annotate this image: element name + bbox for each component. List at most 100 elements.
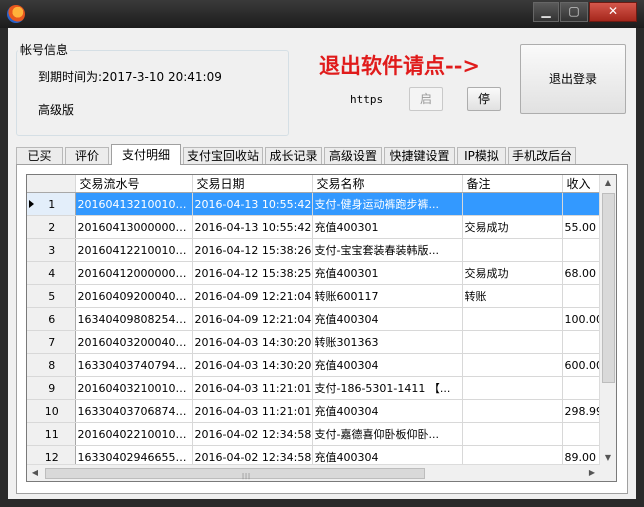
row-number[interactable]: 9 xyxy=(27,376,76,400)
scroll-corner xyxy=(600,465,616,481)
grid-body: 1 2016041321001001... 2016-04-13 10:55:42 支… xyxy=(27,192,610,469)
table-row[interactable]: 10 163304037068740*... 2016-04-03 11:21:01… xyxy=(27,399,610,423)
cell-serial[interactable]: 2016040920004001... xyxy=(75,284,193,308)
cell-date[interactable]: 2016-04-02 12:34:58 xyxy=(192,422,313,446)
horizontal-scrollbar[interactable]: ◀ ||| ▶ xyxy=(27,464,600,481)
cell-name[interactable]: 充值400301 xyxy=(312,215,463,239)
cell-serial[interactable]: 2016041300000000... xyxy=(75,215,193,239)
cell-note[interactable] xyxy=(462,422,563,446)
row-number[interactable]: 1 xyxy=(27,192,76,216)
row-number[interactable]: 5 xyxy=(27,284,76,308)
cell-name[interactable]: 支付-嘉德喜仰卧板仰卧... xyxy=(312,422,463,446)
row-number[interactable]: 6 xyxy=(27,307,76,331)
col-serial-header[interactable]: 交易流水号 xyxy=(75,175,193,193)
account-level: 高级版 xyxy=(38,103,75,117)
tab-mobile-backend[interactable]: 手机改后台 xyxy=(508,147,576,164)
table-row[interactable]: 7 2016040320004001... 2016-04-03 14:30:20 转… xyxy=(27,330,610,354)
col-note-header[interactable]: 备注 xyxy=(462,175,563,193)
cell-note[interactable]: 交易成功 xyxy=(462,261,563,285)
table-row[interactable]: 8 163304037407947*... 2016-04-03 14:30:20 充… xyxy=(27,353,610,377)
cell-serial[interactable]: 2016040321001001... xyxy=(75,376,193,400)
cell-name[interactable]: 充值400304 xyxy=(312,307,463,331)
cell-date[interactable]: 2016-04-09 12:21:04 xyxy=(192,284,313,308)
row-number-text: 9 xyxy=(48,381,56,395)
cell-date[interactable]: 2016-04-03 11:21:01 xyxy=(192,376,313,400)
scroll-up-icon[interactable]: ▲ xyxy=(600,178,616,187)
cell-note[interactable] xyxy=(462,399,563,423)
cell-note[interactable] xyxy=(462,330,563,354)
row-number[interactable]: 10 xyxy=(27,399,76,423)
table-row[interactable]: 2 2016041300000000... 2016-04-13 10:55:42 充… xyxy=(27,215,610,239)
tab-payment-details[interactable]: 支付明细 xyxy=(111,144,181,165)
cell-serial[interactable]: 163304037407947*... xyxy=(75,353,193,377)
row-number[interactable]: 11 xyxy=(27,422,76,446)
cell-serial[interactable]: 2016041221001001... xyxy=(75,238,193,262)
cell-note[interactable] xyxy=(462,192,563,216)
cell-name[interactable]: 支付-186-5301-1411 【... xyxy=(312,376,463,400)
cell-name[interactable]: 转账600117 xyxy=(312,284,463,308)
table-row[interactable]: 11 2016040221001001... 2016-04-02 12:34:58… xyxy=(27,422,610,446)
row-number[interactable]: 2 xyxy=(27,215,76,239)
tab-advanced-settings[interactable]: 高级设置 xyxy=(324,147,382,164)
cell-date[interactable]: 2016-04-03 11:21:01 xyxy=(192,399,313,423)
start-button[interactable]: 启 xyxy=(409,87,443,111)
close-button[interactable]: ✕ xyxy=(589,2,637,22)
tab-growth-records[interactable]: 成长记录 xyxy=(265,147,322,164)
maximize-button[interactable]: ▢ xyxy=(560,2,588,22)
scroll-down-icon[interactable]: ▼ xyxy=(600,453,616,462)
cell-name[interactable]: 充值400304 xyxy=(312,353,463,377)
cell-serial[interactable]: 2016041200000000... xyxy=(75,261,193,285)
table-row[interactable]: 5 2016040920004001... 2016-04-09 12:21:04 转… xyxy=(27,284,610,308)
scroll-left-icon[interactable]: ◀ xyxy=(27,468,43,477)
cell-name[interactable]: 转账301363 xyxy=(312,330,463,354)
stop-button[interactable]: 停 xyxy=(467,87,501,111)
cell-note[interactable]: 交易成功 xyxy=(462,215,563,239)
row-number[interactable]: 8 xyxy=(27,353,76,377)
table-row[interactable]: 9 2016040321001001... 2016-04-03 11:21:01 支… xyxy=(27,376,610,400)
cell-name[interactable]: 支付-健身运动裤跑步裤... xyxy=(312,192,463,216)
vertical-scrollbar[interactable]: ▲ ▼ xyxy=(599,175,616,465)
title-bar: ▁ ▢ ✕ xyxy=(0,0,644,28)
row-number[interactable]: 4 xyxy=(27,261,76,285)
minimize-button[interactable]: ▁ xyxy=(533,2,559,22)
cell-serial[interactable]: 163404098082547*... xyxy=(75,307,193,331)
cell-note[interactable]: 转账 xyxy=(462,284,563,308)
table-row[interactable]: 4 2016041200000000... 2016-04-12 15:38:25 充… xyxy=(27,261,610,285)
cell-date[interactable]: 2016-04-12 15:38:25 xyxy=(192,261,313,285)
col-date-header[interactable]: 交易日期 xyxy=(192,175,313,193)
tab-ip-simulation[interactable]: IP模拟 xyxy=(457,147,506,164)
transaction-grid[interactable]: 交易流水号 交易日期 交易名称 备注 收入 1 2016041321001001.… xyxy=(26,174,617,482)
cell-serial[interactable]: 2016040221001001... xyxy=(75,422,193,446)
cell-date[interactable]: 2016-04-12 15:38:26 xyxy=(192,238,313,262)
cell-name[interactable]: 充值400301 xyxy=(312,261,463,285)
cell-serial[interactable]: 2016041321001001... xyxy=(75,192,193,216)
cell-name[interactable]: 充值400304 xyxy=(312,399,463,423)
horizontal-scroll-thumb[interactable]: ||| xyxy=(45,468,425,480)
cell-date[interactable]: 2016-04-13 10:55:42 xyxy=(192,215,313,239)
cell-date[interactable]: 2016-04-13 10:55:42 xyxy=(192,192,313,216)
scroll-right-icon[interactable]: ▶ xyxy=(584,468,600,477)
vertical-scroll-thumb[interactable] xyxy=(602,193,615,383)
cell-note[interactable] xyxy=(462,307,563,331)
tab-bought[interactable]: 已买 xyxy=(16,147,63,164)
cell-note[interactable] xyxy=(462,353,563,377)
cell-date[interactable]: 2016-04-09 12:21:04 xyxy=(192,307,313,331)
cell-name[interactable]: 支付-宝宝套装春装韩版... xyxy=(312,238,463,262)
cell-note[interactable] xyxy=(462,376,563,400)
cell-serial[interactable]: 163304037068740*... xyxy=(75,399,193,423)
cell-date[interactable]: 2016-04-03 14:30:20 xyxy=(192,330,313,354)
table-row[interactable]: 1 2016041321001001... 2016-04-13 10:55:42 支… xyxy=(27,192,610,216)
table-row[interactable]: 6 163404098082547*... 2016-04-09 12:21:04 充… xyxy=(27,307,610,331)
cell-serial[interactable]: 2016040320004001... xyxy=(75,330,193,354)
tab-hotkey-settings[interactable]: 快捷键设置 xyxy=(384,147,455,164)
row-number[interactable]: 3 xyxy=(27,238,76,262)
cell-note[interactable] xyxy=(462,238,563,262)
cell-date[interactable]: 2016-04-03 14:30:20 xyxy=(192,353,313,377)
logout-button[interactable]: 退出登录 xyxy=(520,44,626,114)
transaction-table: 交易流水号 交易日期 交易名称 备注 收入 1 2016041321001001.… xyxy=(27,175,610,469)
col-name-header[interactable]: 交易名称 xyxy=(312,175,463,193)
row-number[interactable]: 7 xyxy=(27,330,76,354)
table-row[interactable]: 3 2016041221001001... 2016-04-12 15:38:26 支… xyxy=(27,238,610,262)
tab-reviews[interactable]: 评价 xyxy=(65,147,109,164)
tab-alipay-recycle[interactable]: 支付宝回收站 xyxy=(183,147,263,164)
